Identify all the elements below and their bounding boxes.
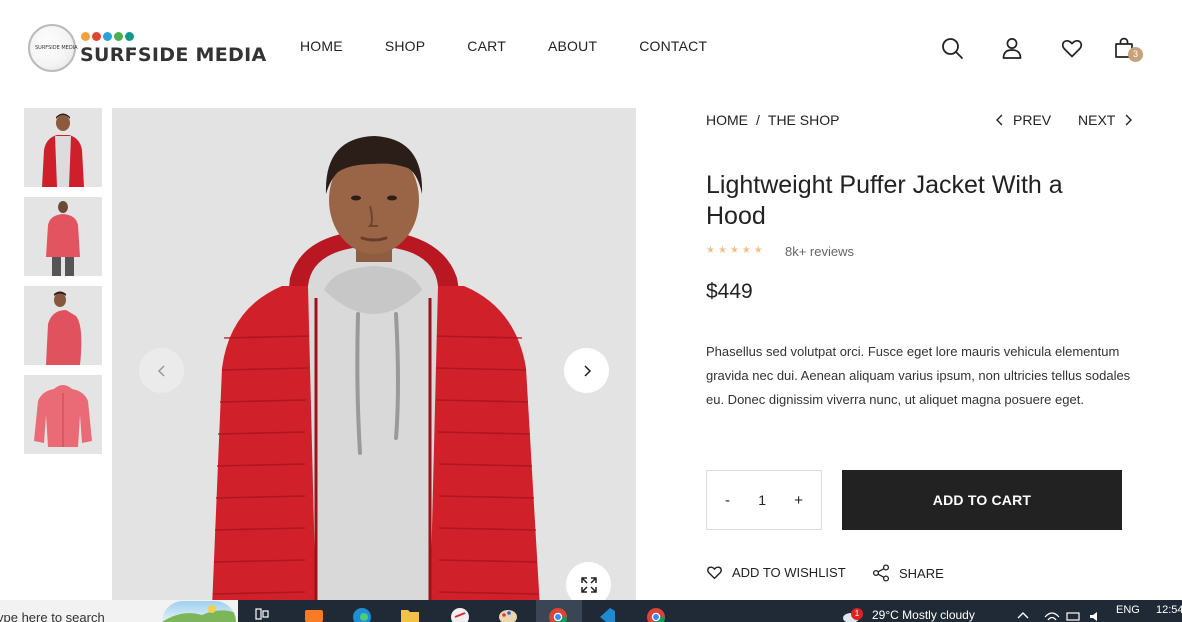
next-product-link[interactable]: NEXT	[1078, 112, 1133, 128]
taskbar-search-placeholder: ype here to search	[0, 610, 105, 622]
notification-badge: 1	[851, 608, 863, 620]
logo-dots	[81, 32, 134, 41]
logo-dot	[103, 32, 112, 41]
heart-icon[interactable]	[1060, 36, 1084, 60]
product-description: Phasellus sed volutpat orci. Fusce eget …	[706, 344, 1131, 407]
expand-icon	[580, 576, 597, 593]
star-icon: ★	[717, 245, 727, 256]
vscode-icon[interactable]	[596, 606, 616, 622]
task-view-icon[interactable]	[254, 606, 274, 622]
thumbnail-product[interactable]	[24, 375, 102, 454]
os-taskbar: ype here to search 1 29°C Mostly cloudy	[0, 600, 1182, 622]
next-slide-button[interactable]	[564, 348, 609, 393]
add-to-cart-button[interactable]: ADD TO CART	[842, 470, 1122, 530]
prev-product-link[interactable]: PREV	[995, 112, 1051, 128]
chevron-right-icon	[1125, 114, 1133, 126]
brand-name: SURFSIDE MEDIA	[80, 44, 267, 66]
main-product-image	[112, 108, 636, 608]
edge-icon[interactable]	[352, 606, 372, 622]
quantity-value[interactable]: 1	[758, 492, 766, 508]
chrome-icon[interactable]	[548, 606, 568, 622]
logo-dot	[114, 32, 123, 41]
thumbnail-front[interactable]	[24, 108, 102, 187]
prev-slide-button[interactable]	[139, 348, 184, 393]
paint-icon[interactable]	[498, 606, 518, 622]
chevron-left-icon	[996, 114, 1003, 126]
volume-icon[interactable]	[1088, 606, 1108, 622]
app-icon[interactable]	[450, 606, 470, 622]
star-icon: ★	[741, 245, 751, 256]
product-price: $449	[706, 280, 753, 303]
taskbar-search[interactable]: ype here to search	[0, 600, 238, 622]
brand-logo[interactable]: SURFSIDE MEDIA SURFSIDE MEDIA	[28, 22, 266, 74]
star-icon: ★	[729, 245, 739, 256]
star-icon: ★	[753, 245, 763, 256]
wishlist-label: ADD TO WISHLIST	[732, 564, 846, 580]
thumbnail-side[interactable]	[24, 286, 102, 365]
rating-stars: ★ ★ ★ ★ ★	[706, 245, 763, 256]
product-title: Lightweight Puffer Jacket With a Hood	[706, 171, 1063, 230]
chevron-left-icon	[157, 364, 165, 377]
star-icon: ★	[706, 245, 715, 256]
review-count[interactable]: 8k+ reviews	[785, 244, 854, 259]
user-icon[interactable]	[1000, 36, 1024, 60]
nav-home[interactable]: HOME	[300, 38, 343, 54]
quantity-stepper: - 1 +	[706, 470, 822, 530]
clock-time[interactable]: 12:54	[1156, 604, 1182, 616]
chevron-right-icon	[583, 364, 591, 377]
search-highlight-image	[162, 601, 236, 622]
search-icon[interactable]	[940, 36, 964, 60]
logo-dot	[125, 32, 134, 41]
breadcrumb-home[interactable]: HOME	[706, 112, 748, 128]
logo-dot	[92, 32, 101, 41]
folder-icon[interactable]	[400, 606, 420, 622]
decrease-quantity-button[interactable]: -	[725, 492, 730, 509]
battery-icon[interactable]	[1066, 606, 1086, 622]
main-nav: HOME SHOP CART ABOUT CONTACT	[300, 38, 749, 54]
logo-emblem: SURFSIDE MEDIA	[28, 24, 78, 72]
share-label: SHARE	[899, 565, 944, 581]
logo-dot	[81, 32, 90, 41]
logo-emblem-text: SURFSIDE MEDIA	[35, 45, 78, 51]
weather-text[interactable]: 29°C Mostly cloudy	[872, 608, 975, 622]
chrome-icon[interactable]	[646, 606, 666, 622]
heart-icon	[707, 566, 722, 580]
next-label: NEXT	[1078, 112, 1116, 128]
cart-count-badge: 3	[1128, 47, 1143, 62]
breadcrumb-separator: /	[756, 112, 760, 128]
increase-quantity-button[interactable]: +	[794, 492, 803, 509]
add-to-wishlist-link[interactable]: ADD TO WISHLIST	[706, 564, 846, 580]
nav-contact[interactable]: CONTACT	[639, 38, 707, 54]
share-link[interactable]: SHARE	[872, 564, 944, 582]
language-indicator[interactable]: ENG	[1116, 604, 1140, 616]
nav-about[interactable]: ABOUT	[548, 38, 597, 54]
nav-cart[interactable]: CART	[467, 38, 506, 54]
chevron-up-icon[interactable]	[1016, 606, 1036, 622]
breadcrumb: HOME / THE SHOP	[706, 112, 839, 128]
prev-label: PREV	[1013, 112, 1052, 128]
nav-shop[interactable]: SHOP	[385, 38, 425, 54]
thumbnail-back[interactable]	[24, 197, 102, 276]
share-icon	[872, 564, 890, 582]
xampp-icon[interactable]	[304, 606, 324, 622]
site-header: SURFSIDE MEDIA SURFSIDE MEDIA HOME SHOP …	[0, 0, 1182, 95]
wifi-icon[interactable]	[1044, 606, 1064, 622]
breadcrumb-shop[interactable]: THE SHOP	[768, 112, 840, 128]
